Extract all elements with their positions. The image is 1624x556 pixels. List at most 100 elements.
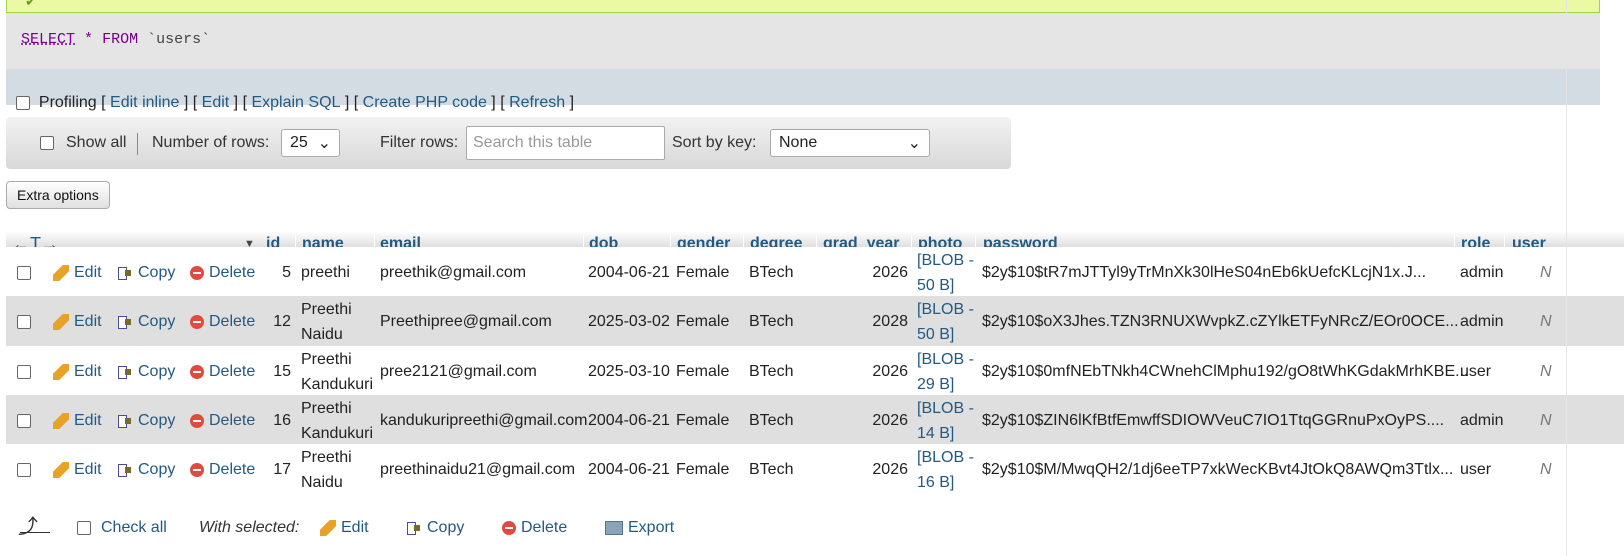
row-copy-label: Copy — [138, 362, 176, 380]
cell-dob: 2025-03-10 — [588, 362, 670, 380]
cell-name-line1: Preethi — [301, 448, 352, 466]
panel-divider — [1566, 0, 1567, 556]
row-delete-button[interactable]: Delete — [190, 296, 255, 347]
check-all-checkbox[interactable] — [77, 521, 91, 535]
copy-icon — [117, 314, 133, 330]
row-select[interactable] — [17, 395, 31, 446]
bulk-actions-bar: ⤴ Check all With selected: Edit Copy Del… — [0, 510, 1624, 550]
row-copy-button[interactable]: Copy — [117, 444, 175, 495]
cell-dob: 2004-06-21 — [588, 460, 670, 478]
row-copy-button[interactable]: Copy — [117, 346, 175, 397]
cell-dob: 2004-06-21 — [588, 263, 670, 281]
row-edit-button[interactable]: Edit — [53, 346, 102, 397]
pencil-icon — [320, 520, 336, 536]
cell-gender: Female — [676, 411, 730, 429]
profiling-checkbox[interactable] — [16, 95, 30, 110]
cell-null: N — [1540, 312, 1552, 330]
row-edit-button[interactable]: Edit — [53, 395, 102, 446]
cell-degree: BTech — [749, 263, 794, 281]
blob-line2: 29 B] — [917, 375, 955, 393]
row-checkbox[interactable] — [17, 314, 31, 329]
row-copy-button[interactable]: Copy — [117, 247, 175, 298]
cell-photo-blob[interactable]: [BLOB - 50 B] — [917, 296, 974, 347]
table-row[interactable]: Edit Copy Delete 17 Preethi Naidu preethinaidu… — [6, 444, 1624, 495]
explain-sql-link[interactable]: Explain SQL — [251, 94, 340, 112]
delete-icon — [190, 413, 204, 428]
refresh-link[interactable]: Refresh — [509, 94, 565, 112]
rows-select[interactable]: 25 ⌄ — [281, 129, 340, 157]
row-edit-label: Edit — [74, 362, 102, 380]
extra-options-button[interactable]: Extra options — [6, 181, 110, 209]
cell-grad-year: 2026 — [872, 411, 908, 429]
copy-icon — [117, 462, 133, 478]
check-icon: ✔ — [25, 0, 37, 9]
show-all-control[interactable]: Show all — [40, 117, 126, 169]
cell-null: N — [1540, 411, 1552, 429]
delete-icon — [190, 314, 204, 329]
blob-line1: [BLOB - — [917, 350, 974, 368]
cell-email: Preethipree@gmail.com — [380, 312, 552, 330]
cell-gender: Female — [676, 312, 730, 330]
blob-line2: 14 B] — [917, 424, 955, 442]
row-checkbox[interactable] — [17, 364, 31, 379]
row-copy-button[interactable]: Copy — [117, 395, 175, 446]
cell-password: $2y$10$oX3Jhes.TZN3RNUXWvpkZ.cZYlkETFyNR… — [982, 312, 1459, 330]
pencil-icon — [53, 412, 69, 429]
row-delete-button[interactable]: Delete — [190, 395, 255, 446]
cell-id: 12 — [273, 312, 291, 330]
rows-label: Number of rows: — [152, 134, 270, 151]
row-edit-label: Edit — [74, 411, 102, 429]
row-select[interactable] — [17, 247, 31, 298]
filter-rows-input[interactable]: Search this table — [466, 126, 665, 160]
bulk-export-button[interactable]: Export — [605, 510, 674, 546]
table-row[interactable]: Edit Copy Delete 12 Preethi Naidu Preethipree@… — [6, 296, 1624, 347]
create-php-code-link[interactable]: Create PHP code — [363, 94, 487, 112]
row-copy-label: Copy — [138, 312, 176, 330]
row-delete-button[interactable]: Delete — [190, 346, 255, 397]
sql-keyword-select[interactable]: SELECT — [21, 31, 75, 48]
row-checkbox[interactable] — [17, 413, 31, 428]
cell-name-line1: preethi — [301, 264, 350, 281]
edit-link[interactable]: Edit — [202, 94, 230, 112]
cell-id: 5 — [282, 263, 291, 281]
row-checkbox[interactable] — [17, 265, 31, 280]
row-checkbox[interactable] — [17, 462, 31, 477]
bulk-edit-button[interactable]: Edit — [320, 510, 369, 546]
row-select[interactable] — [17, 296, 31, 347]
bulk-delete-button[interactable]: Delete — [502, 510, 567, 546]
copy-icon — [117, 364, 133, 380]
cell-name-line1: Preethi — [301, 399, 352, 417]
cell-photo-blob[interactable]: [BLOB - 16 B] — [917, 444, 974, 495]
table-row[interactable]: Edit Copy Delete 5 preethi preethik@gmail.com… — [6, 247, 1624, 298]
row-copy-button[interactable]: Copy — [117, 296, 175, 347]
delete-icon — [190, 364, 204, 379]
cell-photo-blob[interactable]: [BLOB - 14 B] — [917, 395, 974, 446]
check-all-control[interactable]: Check all — [77, 510, 167, 546]
check-all-link[interactable]: Check all — [101, 519, 167, 537]
cell-name-line1: Preethi — [301, 300, 352, 318]
table-row[interactable]: Edit Copy Delete 16 Preethi Kandukuri kandukur… — [6, 395, 1624, 446]
cell-password: $2y$10$M/MwqQH2/1dj6eeTP7xkWecKBvt4JtOkQ… — [982, 460, 1454, 478]
row-select[interactable] — [17, 346, 31, 397]
edit-inline-link[interactable]: Edit inline — [110, 94, 179, 112]
sort-by-key-select[interactable]: None ⌄ — [770, 129, 930, 157]
row-edit-button[interactable]: Edit — [53, 444, 102, 495]
bulk-export-label: Export — [628, 519, 675, 536]
cell-name-line2: Kandukuri — [301, 375, 374, 393]
row-edit-button[interactable]: Edit — [53, 296, 102, 347]
pencil-icon — [53, 363, 69, 380]
row-delete-button[interactable]: Delete — [190, 444, 255, 495]
blob-line1: [BLOB - — [917, 448, 974, 466]
cell-role: admin — [1460, 312, 1504, 330]
bulk-copy-button[interactable]: Copy — [406, 510, 464, 546]
cell-photo-blob[interactable]: [BLOB - 50 B] — [917, 247, 974, 298]
cell-grad-year: 2026 — [872, 460, 908, 478]
blob-line1: [BLOB - — [917, 300, 974, 318]
show-all-checkbox[interactable] — [40, 136, 54, 150]
arrow-up-icon: ⤴ — [18, 515, 38, 538]
row-delete-button[interactable]: Delete — [190, 247, 255, 298]
row-edit-button[interactable]: Edit — [53, 247, 102, 298]
row-select[interactable] — [17, 444, 31, 495]
cell-photo-blob[interactable]: [BLOB - 29 B] — [917, 346, 974, 397]
table-row[interactable]: Edit Copy Delete 15 Preethi Kandukuri pree2121… — [6, 346, 1624, 397]
